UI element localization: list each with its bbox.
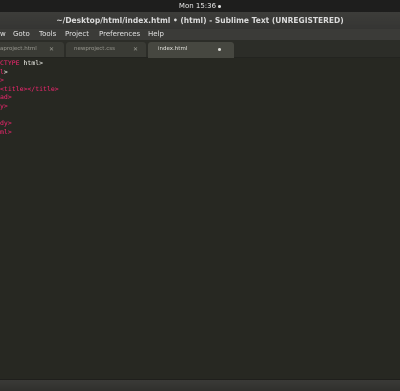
code-token: <title	[0, 84, 24, 93]
code-token: ml	[0, 127, 8, 136]
code-token: >	[7, 119, 12, 127]
close-icon[interactable]: ✕	[49, 42, 54, 57]
code-line: y>	[0, 102, 8, 111]
code-line: dy>	[0, 119, 12, 128]
code-token: ad	[0, 93, 8, 101]
tab-label: newproject.css	[74, 46, 115, 52]
tab-index-html[interactable]: index.html	[148, 42, 234, 58]
menu-item-goto[interactable]: Goto	[13, 29, 30, 40]
menu-item-preferences[interactable]: Preferences	[99, 29, 140, 40]
tab-newproject-css[interactable]: newproject.css ✕	[66, 42, 146, 57]
tab-aproject-html[interactable]: aproject.html ✕	[0, 42, 64, 57]
status-dot-icon	[218, 4, 222, 8]
code-token: >	[0, 76, 4, 84]
code-editor[interactable]: CTYPE html> l> > <title></title> ad> y> …	[0, 58, 400, 379]
code-line: CTYPE html>	[0, 59, 43, 68]
code-token: dy	[0, 119, 8, 127]
system-top-bar: Mon 15:36	[0, 0, 400, 12]
code-token: CTYPE	[0, 59, 20, 67]
code-token: ></title>	[23, 84, 59, 93]
code-line: >	[0, 76, 4, 85]
close-icon[interactable]: ✕	[133, 42, 138, 57]
code-token: >	[3, 101, 8, 110]
code-token: >	[3, 67, 8, 76]
code-line: ad>	[0, 93, 12, 102]
status-bar	[0, 379, 400, 391]
unsaved-dot-icon[interactable]	[218, 48, 221, 51]
code-token: html>	[19, 59, 44, 67]
code-line: <title></title>	[0, 85, 59, 94]
menu-bar: w Goto Tools Project Preferences Help	[0, 29, 400, 40]
code-line: l>	[0, 68, 8, 77]
code-token: >	[7, 93, 12, 101]
window-title-bar[interactable]: ~/Desktop/html/index.html • (html) - Sub…	[0, 12, 400, 29]
menu-item-tools[interactable]: Tools	[39, 29, 56, 40]
window-title: ~/Desktop/html/index.html • (html) - Sub…	[56, 16, 344, 25]
system-clock[interactable]: Mon 15:36	[179, 2, 216, 10]
menu-item-view[interactable]: w	[0, 29, 6, 40]
code-token: >	[7, 127, 12, 136]
menu-item-help[interactable]: Help	[148, 29, 164, 40]
tab-bar: aproject.html ✕ newproject.css ✕ index.h…	[0, 40, 400, 58]
tab-label: index.html	[158, 46, 188, 52]
tab-label: aproject.html	[0, 46, 37, 52]
code-line: ml>	[0, 128, 12, 137]
menu-item-project[interactable]: Project	[65, 29, 89, 40]
